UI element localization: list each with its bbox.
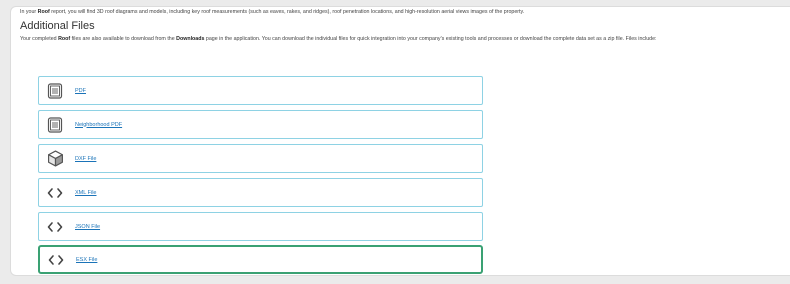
file-link-neighborhood-pdf[interactable]: Neighborhood PDF [75,122,122,128]
document-icon [46,82,64,100]
file-row-xml[interactable]: XML File [38,178,483,207]
cube-icon [46,150,64,168]
file-row-dxf[interactable]: DXF File [38,144,483,173]
intro-text: In your Roof report, you will find 3D ro… [20,9,525,15]
document-icon [46,116,64,134]
file-row-neighborhood-pdf[interactable]: Neighborhood PDF [38,110,483,139]
file-link-json[interactable]: JSON File [75,224,100,230]
code-icon [47,251,65,269]
code-icon [46,218,64,236]
file-link-xml[interactable]: XML File [75,190,97,196]
file-row-json[interactable]: JSON File [38,212,483,241]
section-title: Additional Files [20,20,95,32]
file-row-pdf[interactable]: PDF [38,76,483,105]
file-link-dxf[interactable]: DXF File [75,156,96,162]
section-description: Your completed Roof files are also avail… [20,36,657,42]
file-row-esx[interactable]: ESX File [38,245,483,274]
code-icon [46,184,64,202]
file-link-pdf[interactable]: PDF [75,88,86,94]
file-link-esx[interactable]: ESX File [76,257,97,263]
